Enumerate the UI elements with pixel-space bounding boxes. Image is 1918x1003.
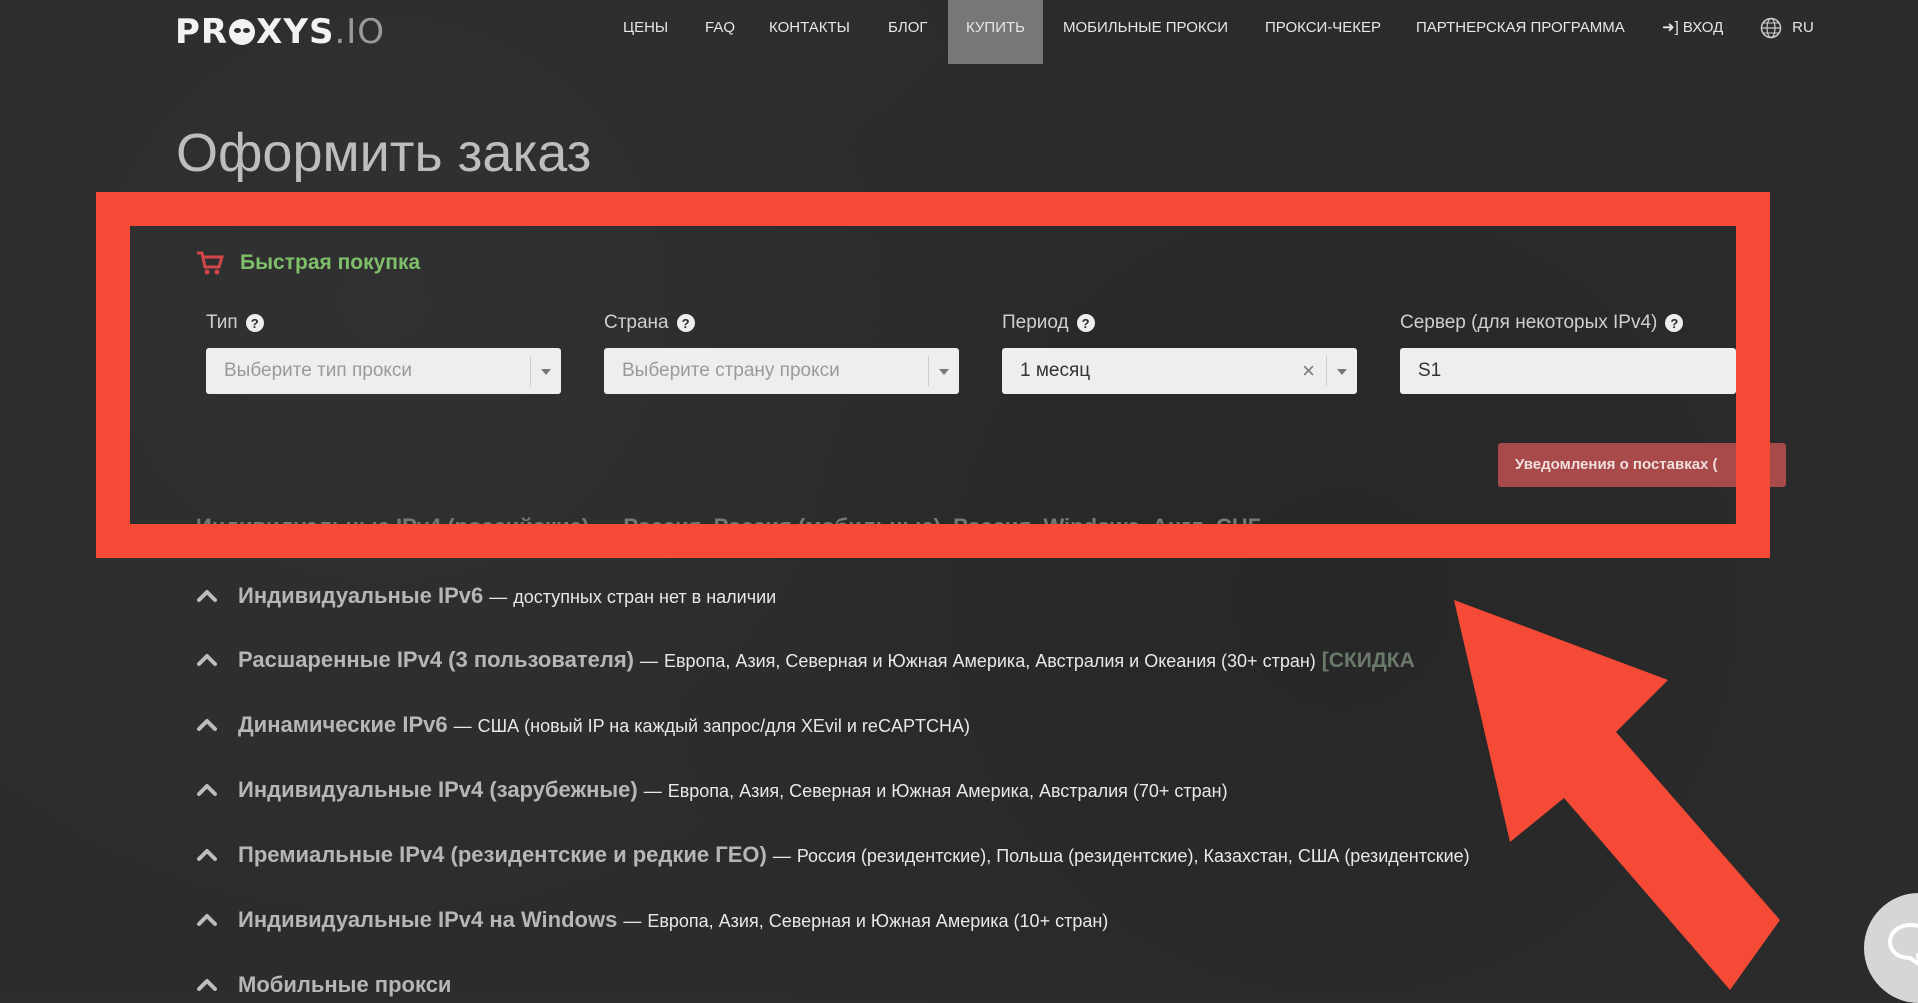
language-switcher[interactable]: RU (1760, 0, 1814, 64)
nav-contacts[interactable]: КОНТАКТЫ (769, 0, 850, 64)
list-item[interactable]: Индивидуальные IPv4 (зарубежные) — Европа,… (196, 777, 1228, 803)
chevron-down-icon[interactable] (928, 356, 959, 386)
dash: — (623, 911, 642, 931)
list-item-desc: — Россия (резидентские), Польша (резидент… (773, 846, 1470, 867)
dash: — (643, 781, 662, 801)
server-label-text: Сервер (для некоторых IPv4) (1400, 312, 1658, 333)
nav-buy[interactable]: КУПИТЬ (948, 0, 1044, 64)
list-item-title: Индивидуальные IPv6 (238, 583, 484, 608)
list-item-desc: — Европа, Азия, Северная и Южная Америка,… (644, 781, 1228, 802)
help-icon[interactable]: ? (245, 314, 264, 332)
dash: — (489, 587, 508, 607)
dash: — (639, 651, 658, 671)
nav-proxy-checker[interactable]: ПРОКСИ-ЧЕКЕР (1265, 0, 1381, 64)
chat-button[interactable] (1864, 893, 1918, 1003)
list-item[interactable]: Премиальные IPv4 (резидентские и редкие … (196, 842, 1470, 868)
list-item-desc: — доступных стран нет в наличии (489, 587, 776, 608)
list-item-title: Индивидуальные IPv4 на Windows (238, 907, 618, 932)
country-label: Страна ? (604, 312, 695, 334)
dash: — (772, 846, 791, 866)
list-item-desc-text: Европа, Азия, Северная и Южная Америка, … (667, 781, 1228, 801)
main-nav: ЦЕНЫ FAQ КОНТАКТЫ БЛОГ КУПИТЬ МОБИЛЬНЫЕ … (0, 0, 1918, 64)
supply-notifications-button[interactable]: Уведомления о поставках ( (1498, 443, 1786, 487)
chat-icon (1887, 922, 1918, 967)
list-item-desc-text: Европа, Азия, Северная и Южная Америка (… (647, 911, 1109, 931)
list-item-desc-text: доступных стран нет в наличии (513, 587, 777, 607)
cart-icon (197, 251, 224, 275)
type-select-placeholder: Выберите тип прокси (224, 360, 413, 381)
list-item[interactable]: Мобильные прокси (196, 972, 451, 998)
list-item-partial[interactable]: Индивидуальные IPv4 (российские) — Росси… (196, 514, 1260, 524)
list-item-desc-text: Россия (резидентские), Польша (резидентс… (796, 846, 1470, 866)
list-item[interactable]: Индивидуальные IPv4 на Windows — Европа, А… (196, 907, 1108, 933)
list-item[interactable]: Индивидуальные IPv6— доступных стран нет … (196, 583, 776, 609)
period-select[interactable]: 1 месяц × (1002, 348, 1357, 394)
nav-prices[interactable]: ЦЕНЫ (623, 0, 668, 64)
list-item-title: Мобильные прокси (238, 972, 452, 997)
period-label: Период ? (1002, 312, 1095, 334)
partial-row-text: Индивидуальные IPv4 (российские) — Росси… (196, 514, 1260, 524)
discount-badge: [СКИДКА (1321, 649, 1415, 672)
help-icon[interactable]: ? (1665, 314, 1684, 332)
list-item-desc-text: США (новый IP на каждый запрос/для XEvil… (477, 716, 970, 736)
list-item-desc: — Европа, Азия, Северная и Южная Америка,… (640, 651, 1316, 672)
country-label-text: Страна (604, 312, 669, 333)
list-item-title: Динамические IPv6 (238, 712, 448, 737)
list-item-desc: — США (новый IP на каждый запрос/для XEvi… (454, 716, 970, 737)
dash: — (453, 716, 472, 736)
globe-icon (1760, 17, 1782, 39)
list-item[interactable]: Расшаренные IPv4 (3 пользователя) — Европа… (196, 647, 1415, 673)
type-select[interactable]: Выберите тип прокси (206, 348, 561, 394)
pointer-arrow-icon (1454, 600, 1780, 990)
list-item-desc-text: Европа, Азия, Северная и Южная Америка, … (663, 651, 1316, 671)
chevron-up-icon (197, 979, 217, 991)
login-icon: ➜] (1662, 19, 1679, 36)
quick-buy-title: Быстрая покупка (240, 251, 421, 274)
chevron-up-icon (197, 590, 217, 602)
country-select-placeholder: Выберите страну прокси (622, 360, 840, 381)
period-select-value: 1 месяц (1020, 360, 1091, 381)
period-label-text: Период (1002, 312, 1069, 333)
help-icon[interactable]: ? (676, 314, 695, 332)
list-item-title: Индивидуальные IPv4 (зарубежные) (238, 777, 638, 802)
nav-partner-program[interactable]: ПАРТНЕРСКАЯ ПРОГРАММА (1416, 0, 1625, 64)
server-select-value: S1 (1418, 360, 1442, 381)
list-item-title: Расшаренные IPv4 (3 пользователя) (238, 647, 634, 672)
type-label: Тип ? (206, 312, 264, 334)
chevron-up-icon (197, 719, 217, 731)
chevron-down-icon[interactable] (1326, 356, 1357, 386)
nav-mobile-proxy[interactable]: МОБИЛЬНЫЕ ПРОКСИ (1063, 0, 1228, 64)
nav-blog[interactable]: БЛОГ (888, 0, 927, 64)
page-title: Оформить заказ (176, 123, 592, 183)
nav-faq[interactable]: FAQ (705, 0, 735, 64)
chevron-up-icon (197, 654, 217, 666)
language-label: RU (1792, 19, 1814, 36)
country-select[interactable]: Выберите страну прокси (604, 348, 959, 394)
list-item-desc: — Европа, Азия, Северная и Южная Америка … (623, 911, 1108, 932)
nav-login[interactable]: ➜] ВХОД (1662, 0, 1723, 64)
chevron-down-icon[interactable] (530, 356, 561, 386)
quick-buy-header: Быстрая покупка (196, 250, 420, 276)
clear-icon[interactable]: × (1302, 348, 1315, 394)
help-icon[interactable]: ? (1076, 314, 1095, 332)
login-label: ВХОД (1682, 19, 1724, 36)
server-select[interactable]: S1 (1400, 348, 1736, 394)
list-item-title: Премиальные IPv4 (резидентские и редкие … (238, 842, 767, 867)
list-item[interactable]: Динамические IPv6— США (новый IP на кажды… (196, 712, 970, 738)
chevron-up-icon (197, 849, 217, 861)
chevron-up-icon (197, 784, 217, 796)
type-label-text: Тип (206, 312, 238, 333)
chevron-up-icon (197, 914, 217, 926)
server-label: Сервер (для некоторых IPv4) ? (1400, 312, 1684, 334)
